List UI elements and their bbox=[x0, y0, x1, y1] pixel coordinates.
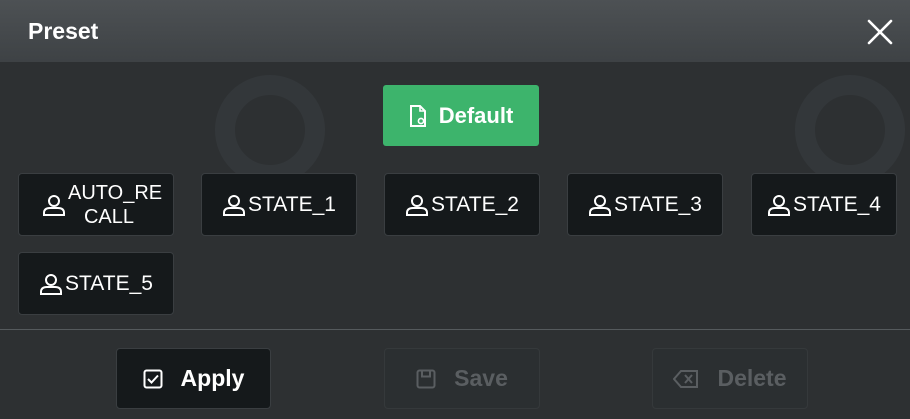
state-button-5[interactable]: STATE_5 bbox=[18, 252, 174, 315]
state-button-2[interactable]: STATE_2 bbox=[384, 173, 540, 236]
state-button-4[interactable]: STATE_4 bbox=[751, 173, 897, 236]
user-icon bbox=[222, 194, 246, 216]
footer-divider bbox=[0, 329, 910, 330]
state-button-1[interactable]: STATE_1 bbox=[201, 173, 357, 236]
save-label: Save bbox=[454, 365, 508, 391]
delete-label: Delete bbox=[717, 365, 787, 391]
state-label: STATE_2 bbox=[431, 192, 519, 216]
state-label: AUTO_RE CALL bbox=[68, 181, 163, 228]
document-reset-icon bbox=[409, 104, 427, 127]
dialog-title-bar: Preset bbox=[0, 0, 910, 62]
close-icon bbox=[867, 19, 893, 45]
user-icon bbox=[588, 194, 612, 216]
user-icon bbox=[42, 194, 66, 216]
close-button[interactable] bbox=[862, 14, 898, 50]
backspace-icon bbox=[673, 369, 699, 388]
user-icon bbox=[405, 194, 429, 216]
save-icon bbox=[416, 369, 436, 389]
state-button-3[interactable]: STATE_3 bbox=[567, 173, 723, 236]
save-button[interactable]: Save bbox=[384, 348, 540, 409]
default-preset-label: Default bbox=[438, 102, 514, 128]
checkbox-icon bbox=[143, 369, 163, 389]
apply-button[interactable]: Apply bbox=[116, 348, 271, 409]
apply-label: Apply bbox=[180, 365, 245, 391]
state-label: STATE_3 bbox=[614, 192, 702, 216]
state-label: STATE_4 bbox=[793, 192, 881, 216]
dialog-title: Preset bbox=[28, 18, 99, 44]
state-label: STATE_5 bbox=[65, 271, 153, 295]
default-preset-button[interactable]: Default bbox=[383, 85, 539, 146]
user-icon bbox=[39, 273, 63, 295]
delete-button[interactable]: Delete bbox=[652, 348, 808, 409]
state-button-auto-recall[interactable]: AUTO_RE CALL bbox=[18, 173, 174, 236]
user-icon bbox=[767, 194, 791, 216]
state-label: STATE_1 bbox=[248, 192, 336, 216]
